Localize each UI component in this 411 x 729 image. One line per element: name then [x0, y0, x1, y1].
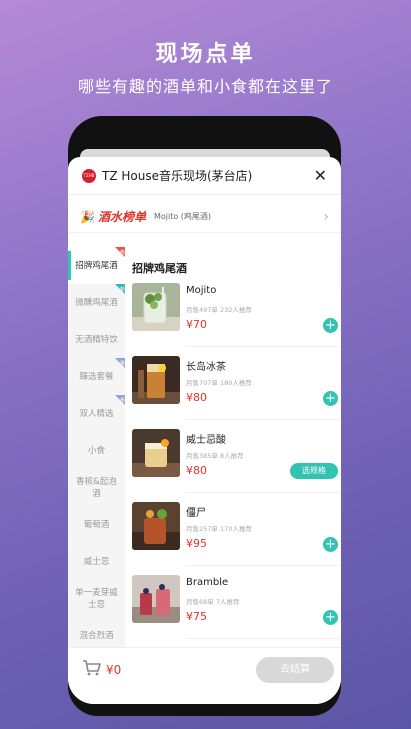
product-price: ¥70	[186, 318, 207, 331]
section-title: 招牌鸡尾酒	[132, 262, 187, 275]
sidebar-item-label: 微醺鸡尾酒	[75, 297, 118, 308]
select-spec-button[interactable]: 选规格	[290, 463, 338, 479]
banner-title: 酒水榜单	[97, 210, 146, 224]
sidebar-item-label: 威士忌	[83, 556, 110, 567]
product-image	[132, 356, 180, 404]
product-name: Mojito	[186, 285, 217, 296]
sidebar-item[interactable]: 威士忌	[68, 543, 125, 580]
sidebar-item[interactable]: 无酒精特饮	[68, 321, 125, 358]
promo-title: 现场点单	[155, 42, 256, 67]
product-meta: 月售707单 180人推荐	[186, 379, 252, 387]
item-divider	[186, 419, 341, 420]
banner-desc: Mojito (鸡尾酒)	[153, 212, 212, 221]
sidebar-item[interactable]: 单一麦芽威士忌	[68, 580, 125, 617]
sidebar-item-label: 葡萄酒	[83, 519, 110, 530]
product-item[interactable]: Mojito 月售497单 232人推荐 ¥70 +	[132, 283, 341, 355]
product-image	[132, 502, 180, 550]
store-name: TZ House音乐现场(茅台店)	[102, 169, 253, 183]
chevron-right-icon: ›	[323, 208, 329, 225]
item-divider	[186, 346, 341, 347]
product-name: 威士忌酸	[186, 435, 226, 446]
sidebar-item-label: 招牌鸡尾酒	[75, 260, 118, 271]
item-divider	[186, 565, 341, 566]
sidebar-item-label: 无酒精特饮	[75, 334, 118, 345]
product-name: Bramble	[186, 577, 229, 588]
sidebar-item-label: 双人精选	[79, 408, 114, 419]
sidebar-item-label: 单一麦芽威士忌	[75, 587, 118, 610]
product-image	[132, 575, 180, 623]
product-item[interactable]: Bramble 月售68单 7人推荐 ¥75 +	[132, 575, 341, 647]
category-sidebar: 招牌鸡尾酒热微醺鸡尾酒新无酒精特饮 臻选套餐惠双人精选惠小食 香槟&起泡酒 葡萄酒 威士…	[68, 247, 125, 647]
store-logo: TZHB	[82, 168, 96, 183]
sidebar-item[interactable]: 葡萄酒	[68, 506, 125, 543]
product-name: 僵尸	[186, 508, 206, 519]
product-meta: 月售497单 232人推荐	[186, 306, 252, 314]
item-divider	[186, 638, 341, 639]
category-badge: 热	[115, 247, 125, 257]
party-popper-icon: 🎉	[80, 209, 95, 224]
checkout-button[interactable]: 去结算	[256, 657, 334, 683]
sidebar-item-label: 混合烈酒	[79, 630, 114, 641]
product-item[interactable]: 威士忌酸月售385单 8人推荐 ¥80 选规格	[132, 429, 341, 501]
sidebar-item-label: 臻选套餐	[79, 371, 114, 382]
item-divider	[186, 492, 341, 493]
sidebar-item-label: 小食	[87, 445, 105, 456]
product-price: ¥95	[186, 537, 207, 550]
product-price: ¥80	[186, 464, 207, 477]
product-meta: 月售68单 7人推荐	[186, 598, 240, 606]
sidebar-item[interactable]: 臻选套餐惠	[68, 358, 125, 395]
cart-icon[interactable]	[82, 660, 102, 676]
add-to-cart-button[interactable]: +	[323, 610, 338, 625]
add-to-cart-button[interactable]: +	[323, 391, 338, 406]
add-to-cart-button[interactable]: +	[323, 318, 338, 333]
category-badge: 新	[115, 284, 125, 294]
sheet-header: TZHB TZ House音乐现场(茅台店) ✕	[68, 157, 341, 195]
menu-sheet: TZHB TZ House音乐现场(茅台店) ✕ 🎉 酒水榜单 Mojito (…	[68, 157, 341, 704]
cart-bar: ¥0 去结算	[68, 647, 341, 704]
sidebar-item[interactable]: 双人精选惠	[68, 395, 125, 432]
product-name: 长岛冰茶	[186, 362, 226, 373]
sidebar-item[interactable]: 微醺鸡尾酒 新	[68, 284, 125, 321]
product-meta: 月售257单 170人推荐	[186, 525, 252, 533]
sidebar-item-label: 香槟&起泡酒	[76, 476, 117, 499]
ranking-banner[interactable]: 🎉 酒水榜单 Mojito (鸡尾酒) ›	[68, 201, 341, 233]
product-image	[132, 283, 180, 331]
sidebar-item[interactable]: 香槟&起泡酒	[68, 469, 125, 506]
product-item[interactable]: 僵尸月售257单 170人推荐 ¥95 +	[132, 502, 341, 574]
promo-subtitle: 哪些有趣的酒单和小食都在这里了	[77, 77, 333, 96]
product-item[interactable]: 长岛冰茶月售707单 180人推荐 ¥80 +	[132, 356, 341, 428]
product-meta: 月售385单 8人推荐	[186, 452, 244, 460]
cart-total: ¥0	[106, 663, 122, 677]
product-list: 招牌鸡尾酒 Mojito 月售497单 232人推荐 ¥70 + 长岛冰茶 月售707单 …	[125, 247, 341, 647]
close-icon[interactable]: ✕	[314, 166, 327, 185]
category-badge: 惠	[115, 358, 125, 368]
product-price: ¥80	[186, 391, 207, 404]
add-to-cart-button[interactable]: +	[323, 537, 338, 552]
sidebar-item[interactable]: 招牌鸡尾酒 热	[68, 247, 125, 284]
product-image	[132, 429, 180, 477]
sidebar-item[interactable]: 小食	[68, 432, 125, 469]
product-price: ¥75	[186, 610, 207, 623]
category-badge: 惠	[115, 395, 125, 405]
